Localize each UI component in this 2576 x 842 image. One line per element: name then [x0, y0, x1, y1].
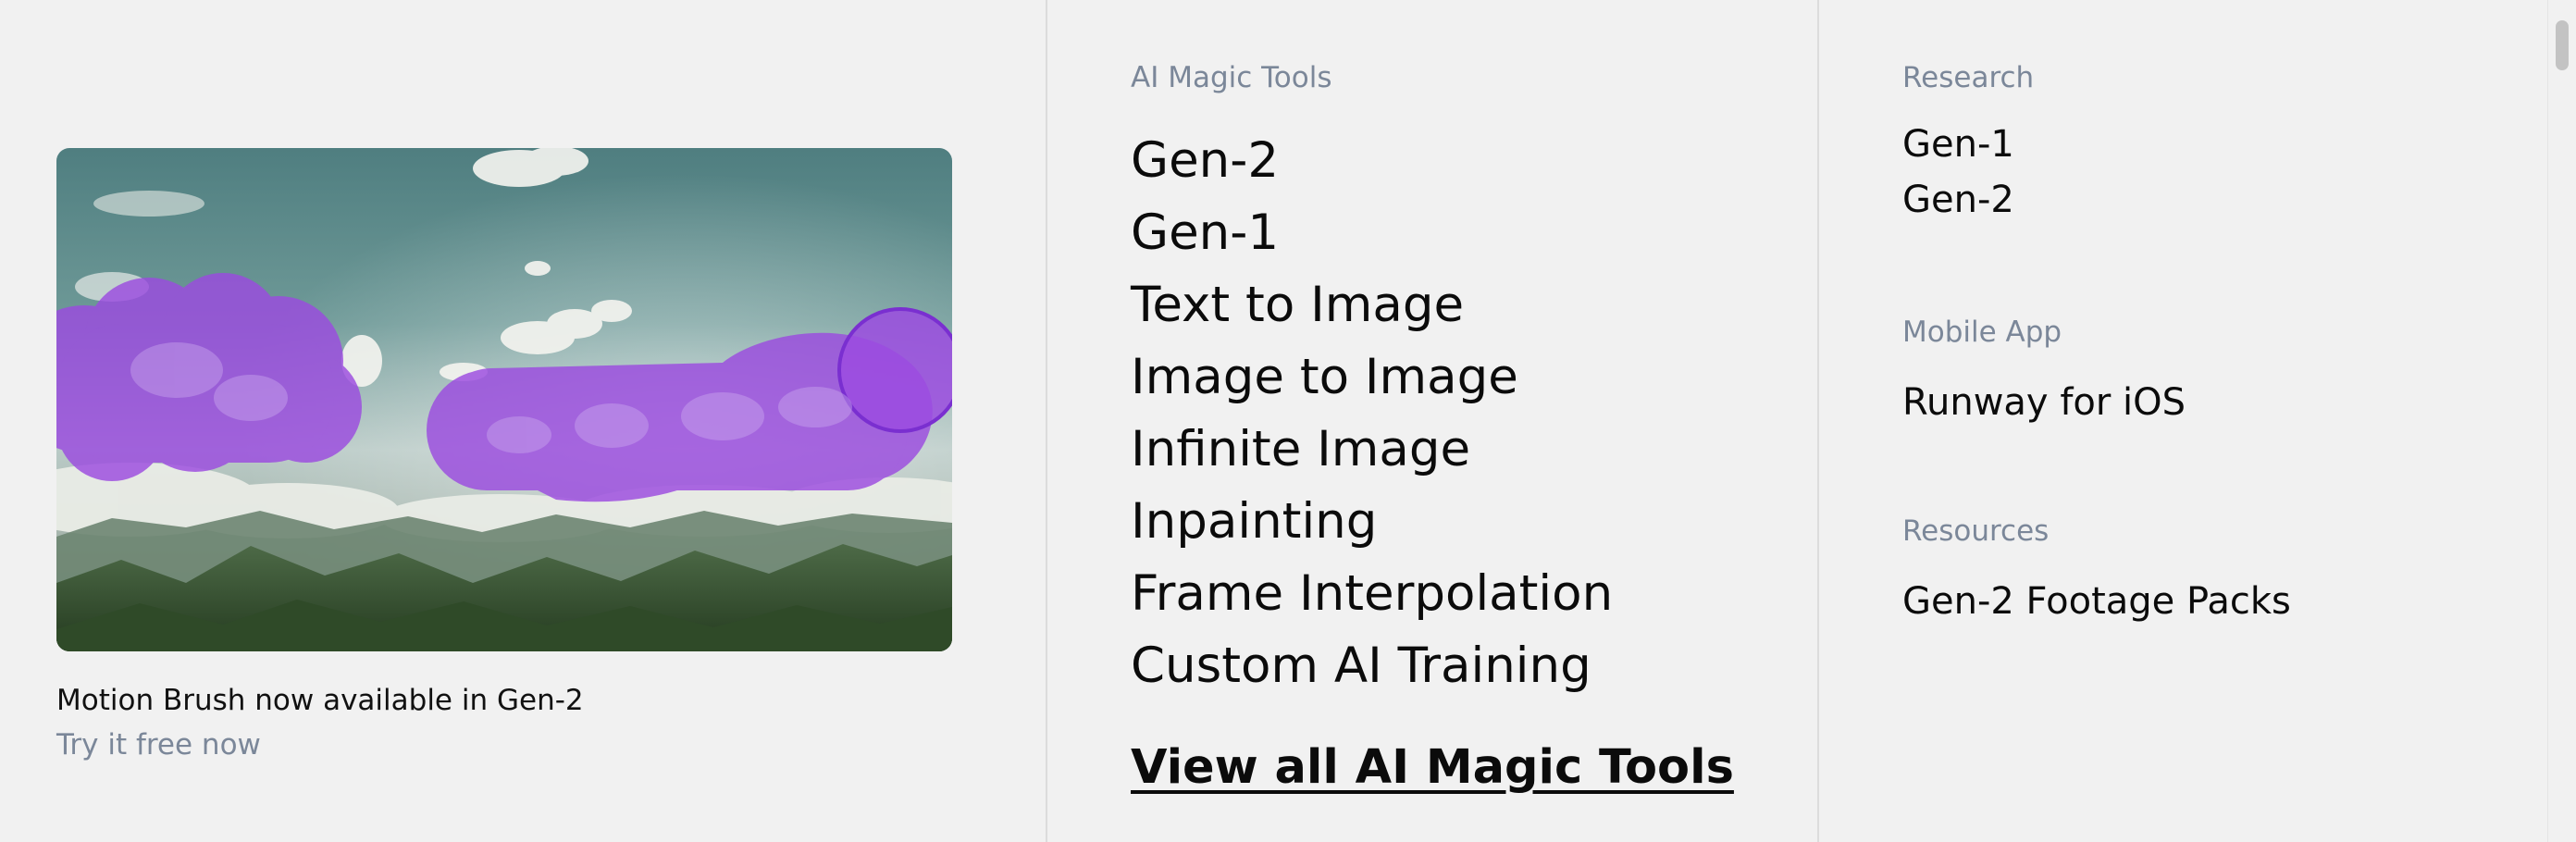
tool-link-image-to-image[interactable]: Image to Image	[1131, 349, 1518, 405]
tool-link-frame-interpolation[interactable]: Frame Interpolation	[1131, 565, 1613, 622]
resources-heading: Resources	[1902, 514, 2050, 548]
secondary-links-column: Research Gen-1 Gen-2 Mobile App Runway f…	[1902, 0, 2495, 842]
promo-image[interactable]	[56, 148, 952, 651]
promo-title: Motion Brush now available in Gen-2	[56, 684, 584, 717]
ai-tools-heading: AI Magic Tools	[1131, 61, 1332, 94]
column-divider	[1817, 0, 1819, 842]
mega-menu: Motion Brush now available in Gen-2 Try …	[0, 0, 2576, 842]
promo-cta-link[interactable]: Try it free now	[56, 728, 261, 762]
resources-group: Resources Gen-2 Footage Packs	[1902, 514, 2291, 629]
research-group: Research Gen-1 Gen-2	[1902, 61, 2034, 228]
scrollbar-thumb[interactable]	[2556, 20, 2569, 70]
tool-link-inpainting[interactable]: Inpainting	[1131, 493, 1377, 550]
promo-panel: Motion Brush now available in Gen-2 Try …	[0, 0, 1046, 842]
resources-link-footage-packs[interactable]: Gen-2 Footage Packs	[1902, 580, 2291, 623]
column-divider	[1046, 0, 1047, 842]
research-heading: Research	[1902, 61, 2035, 94]
ai-tools-list: Gen-2 Gen-1 Text to Image Image to Image…	[1131, 128, 1613, 705]
mobile-app-heading: Mobile App	[1902, 316, 2062, 349]
tool-link-text-to-image[interactable]: Text to Image	[1131, 277, 1464, 333]
tool-link-infinite-image[interactable]: Infinite Image	[1131, 421, 1470, 477]
mobile-app-group: Mobile App Runway for iOS	[1902, 316, 2186, 430]
ai-tools-column: AI Magic Tools Gen-2 Gen-1 Text to Image…	[1131, 0, 1797, 842]
mobile-link-ios[interactable]: Runway for iOS	[1902, 381, 2186, 424]
research-link-gen-1[interactable]: Gen-1	[1902, 123, 2014, 166]
motion-brush-illustration	[56, 148, 952, 651]
view-all-tools-link[interactable]: View all AI Magic Tools	[1131, 740, 1734, 795]
vertical-scrollbar[interactable]	[2547, 0, 2576, 842]
tool-link-gen-1[interactable]: Gen-1	[1131, 204, 1279, 261]
research-link-gen-2[interactable]: Gen-2	[1902, 179, 2014, 221]
tool-link-custom-ai-training[interactable]: Custom AI Training	[1131, 638, 1591, 694]
tool-link-gen-2[interactable]: Gen-2	[1131, 132, 1279, 189]
